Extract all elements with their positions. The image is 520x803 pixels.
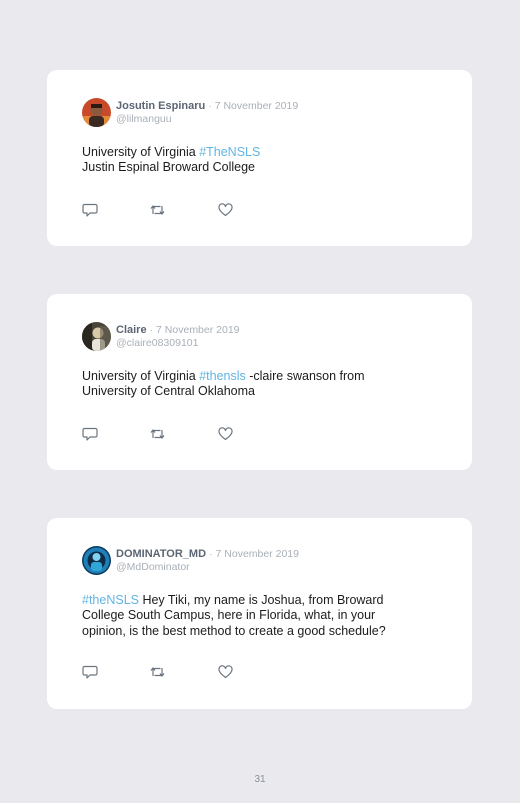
reply-icon (82, 427, 98, 441)
tweet-date[interactable]: 7 November 2019 (156, 324, 239, 336)
separator-dot: · (209, 549, 213, 560)
tweet-text-part: University of Virginia (82, 145, 200, 159)
hashtag-link[interactable]: #thensls (199, 369, 246, 383)
retweet-icon (150, 667, 165, 677)
retweet-button[interactable] (149, 426, 166, 442)
like-button[interactable] (217, 664, 234, 680)
like-button[interactable] (217, 202, 234, 218)
reply-icon (82, 665, 98, 679)
tweet-header: Josutin Espinaru · 7 November 2019 @lilm… (116, 100, 298, 126)
tweet-card: Claire · 7 November 2019 @claire08309101… (47, 294, 472, 470)
avatar[interactable] (82, 98, 111, 127)
retweet-icon (150, 429, 165, 439)
author-name[interactable]: DOMINATOR_MD (116, 548, 206, 560)
author-handle[interactable]: @MdDominator (116, 561, 299, 574)
tweet-text: University of Virginia #thensls -claire … (82, 369, 422, 400)
author-handle[interactable]: @lilmanguu (116, 113, 298, 126)
avatar[interactable] (82, 546, 111, 575)
author-name[interactable]: Josutin Espinaru (116, 100, 205, 112)
retweet-button[interactable] (149, 664, 166, 680)
retweet-button[interactable] (149, 202, 166, 218)
user-photo-icon (82, 98, 111, 127)
like-icon (218, 427, 233, 441)
reply-button[interactable] (82, 664, 99, 680)
tweet-text-part: University of Virginia (82, 369, 200, 383)
hashtag-link[interactable]: #TheNSLS (199, 145, 260, 159)
reply-button[interactable] (82, 202, 99, 218)
reply-icon (82, 203, 98, 217)
tweet-card: DOMINATOR_MD · 7 November 2019 @MdDomina… (47, 518, 472, 709)
avatar[interactable] (82, 322, 111, 351)
hashtag-link[interactable]: #theNSLS (82, 593, 139, 607)
tweet-date[interactable]: 7 November 2019 (215, 100, 298, 112)
user-photo-icon (82, 322, 111, 351)
tweet-date[interactable]: 7 November 2019 (216, 548, 299, 560)
tweet-text: University of Virginia #TheNSLS Justin E… (82, 145, 422, 176)
separator-dot: · (149, 325, 153, 336)
separator-dot: · (208, 101, 212, 112)
tweet-text: #theNSLS Hey Tiki, my name is Joshua, fr… (82, 593, 422, 639)
like-icon (218, 665, 233, 679)
retweet-icon (150, 205, 165, 215)
page-number: 31 (254, 774, 266, 785)
tweet-header: DOMINATOR_MD · 7 November 2019 @MdDomina… (116, 548, 299, 574)
author-name[interactable]: Claire (116, 324, 147, 336)
reply-button[interactable] (82, 426, 99, 442)
tweet-text-part: Justin Espinal Broward College (82, 160, 256, 175)
like-button[interactable] (217, 426, 234, 442)
author-handle[interactable]: @claire08309101 (116, 337, 240, 350)
user-photo-icon (82, 546, 111, 575)
tweet-card: Josutin Espinaru · 7 November 2019 @lilm… (47, 70, 472, 246)
like-icon (218, 203, 233, 217)
tweet-header: Claire · 7 November 2019 @claire08309101 (116, 324, 240, 350)
